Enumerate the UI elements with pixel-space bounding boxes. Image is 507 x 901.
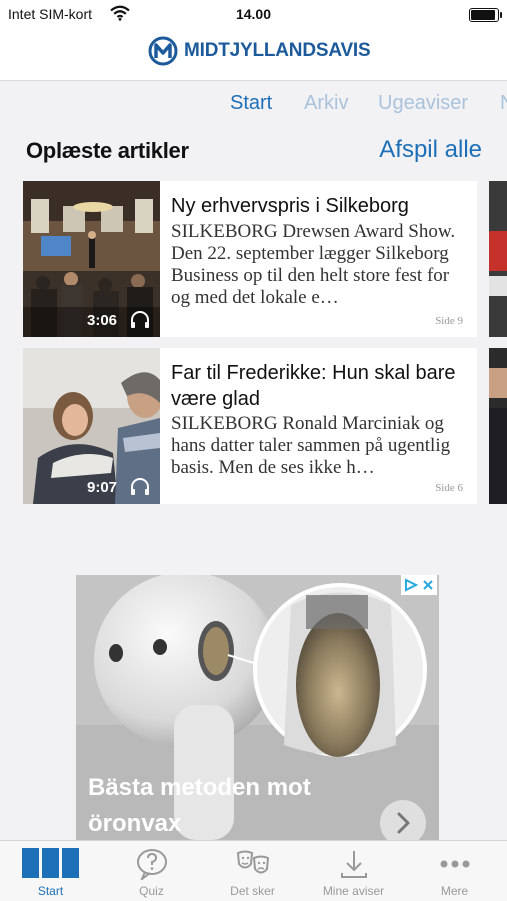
article-title: Far til Frederikke: Hun skal bare være g… — [171, 362, 456, 410]
tabbar-item-mere[interactable]: Mere — [404, 841, 505, 901]
article-thumbnail: 9:07 — [23, 348, 160, 504]
article-card[interactable]: 3:06 Ny erhvervspris i Silkeborg SILKEBO… — [23, 181, 477, 337]
download-icon — [340, 851, 367, 878]
top-tabs: Start Arkiv Ugeaviser N — [0, 92, 507, 122]
tab-start[interactable]: Start — [230, 92, 272, 115]
status-time: 14.00 — [235, 6, 272, 22]
bottom-tab-bar: Start Quiz Det sker Mine aviser Mere — [0, 840, 507, 901]
battery-icon — [469, 8, 502, 22]
tabbar-item-start[interactable]: Start — [0, 841, 101, 901]
next-article-thumbnail — [489, 181, 507, 337]
headphones-icon — [131, 311, 149, 328]
ad-next-button[interactable] — [380, 800, 426, 840]
tabbar-label: Quiz — [139, 884, 164, 898]
article-page: Side 9 — [435, 315, 463, 327]
advertisement-banner[interactable]: Bästa metoden mot öronvax — [76, 575, 439, 840]
newspaper-icon — [21, 848, 79, 878]
article-title: Ny erhvervspris i Silkeborg — [171, 195, 409, 217]
headphones-icon — [131, 478, 149, 495]
article-excerpt: SILKEBORG Ronald Marciniak og hans datte… — [171, 413, 451, 478]
next-article-peek[interactable] — [489, 181, 507, 337]
ad-headline: Bästa metoden mot öronvax — [88, 774, 311, 837]
audio-duration: 3:06 — [87, 312, 118, 329]
tabbar-item-quiz[interactable]: Quiz — [101, 841, 202, 901]
tabbar-label: Mine aviser — [322, 884, 385, 898]
tab-arkiv[interactable]: Arkiv — [304, 92, 348, 115]
tab-ugeaviser[interactable]: Ugeaviser — [378, 92, 468, 115]
play-all-button[interactable]: Afspil alle — [379, 136, 482, 164]
ad-close-icon[interactable] — [422, 579, 434, 591]
tabbar-label: Mere — [440, 884, 469, 898]
article-card[interactable]: 9:07 Far til Frederikke: Hun skal bare v… — [23, 348, 477, 504]
app-header: MIDTJYLLANDSAVIS — [0, 30, 507, 81]
next-article-peek[interactable] — [489, 348, 507, 504]
chevron-right-icon — [397, 812, 410, 834]
ad-choices[interactable] — [401, 575, 437, 595]
more-dots-icon — [440, 860, 469, 868]
theater-masks-icon — [236, 850, 269, 874]
brand-name: MIDTJYLLANDSAVIS — [184, 40, 371, 62]
brand-name-part1: MIDTJYLLANDS — [184, 40, 329, 61]
article-page: Side 6 — [435, 482, 463, 494]
status-bar: Intet SIM-kort 14.00 — [0, 0, 507, 30]
ad-choices-play-icon — [405, 578, 418, 592]
tabbar-item-det-sker[interactable]: Det sker — [202, 841, 303, 901]
brand-logo[interactable]: MIDTJYLLANDSAVIS — [148, 36, 371, 66]
logo-m-icon — [148, 36, 178, 66]
article-thumbnail: 3:06 — [23, 181, 160, 337]
tab-next[interactable]: N — [500, 92, 507, 115]
quiz-bubble-icon — [136, 849, 167, 880]
next-article-thumbnail — [489, 348, 507, 504]
tabbar-item-mine-aviser[interactable]: Mine aviser — [303, 841, 404, 901]
article-excerpt: SILKEBORG Drewsen Award Show. Den 22. se… — [171, 221, 456, 308]
tabbar-label: Det sker — [230, 884, 275, 898]
audio-duration: 9:07 — [87, 479, 118, 496]
section-title: Oplæste artikler — [26, 138, 189, 163]
tabbar-label: Start — [37, 884, 64, 898]
brand-name-part2: AVIS — [328, 40, 371, 61]
